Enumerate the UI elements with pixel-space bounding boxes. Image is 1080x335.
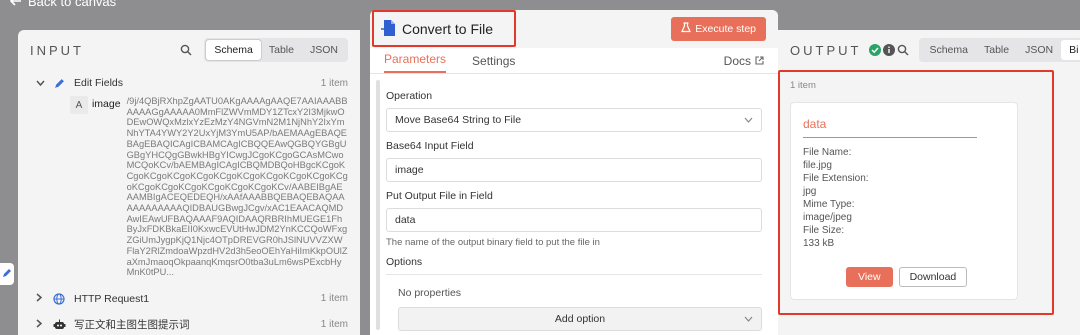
base64-input-value: image: [395, 164, 424, 176]
docs-label: Docs: [723, 54, 751, 68]
back-to-canvas-link[interactable]: Back to canvas: [9, 0, 117, 9]
output-view-switcher: Schema Table JSON Bi: [919, 38, 1080, 62]
pencil-icon: [2, 265, 12, 283]
back-to-canvas-label: Back to canvas: [28, 0, 117, 9]
output-highlight-box: [778, 70, 1054, 315]
input-panel-header: INPUT Schema Table JSON: [18, 30, 360, 70]
success-check-icon: [869, 44, 882, 56]
input-panel: INPUT Schema Table JSON Edit Fields 1 it…: [18, 30, 360, 335]
put-output-value: data: [395, 214, 416, 226]
external-link-icon: [755, 54, 764, 68]
output-view-table[interactable]: Table: [976, 40, 1017, 60]
add-option-dropdown[interactable]: Add option: [398, 307, 762, 331]
parameters-body: Operation Move Base64 String to File Bas…: [370, 74, 778, 335]
scrollbar[interactable]: [376, 80, 380, 330]
tree-node-http-request1[interactable]: HTTP Request1 1 item: [18, 286, 360, 312]
execute-step-label: Execute step: [695, 23, 756, 35]
put-output-field-label: Put Output File in Field: [386, 190, 493, 202]
tree-node-write-prompt[interactable]: 写正文和主图生图提示词 1 item: [18, 312, 360, 335]
chevron-right-icon[interactable]: [36, 319, 50, 330]
tab-settings[interactable]: Settings: [472, 54, 515, 73]
tree-node-count: 1 item: [320, 319, 348, 331]
input-view-json[interactable]: JSON: [302, 40, 346, 60]
input-panel-title: INPUT: [30, 42, 84, 58]
operation-label: Operation: [386, 90, 433, 102]
input-view-table[interactable]: Table: [261, 40, 302, 60]
field-name[interactable]: image: [92, 96, 121, 278]
no-properties-text: No properties: [398, 287, 462, 299]
tree-node-label: HTTP Request1: [74, 292, 150, 305]
tree-node-count: 1 item: [320, 293, 348, 305]
options-label: Options: [386, 256, 423, 268]
robot-icon: [50, 318, 68, 332]
tree-node-count: 1 item: [320, 77, 348, 89]
output-view-binary[interactable]: Bi: [1061, 40, 1080, 60]
globe-icon: [50, 292, 68, 306]
tree-node-edit-fields[interactable]: Edit Fields 1 item: [18, 70, 360, 96]
add-option-label: Add option: [554, 313, 606, 325]
canvas-node-edge[interactable]: [0, 263, 14, 285]
arrow-left-icon: [9, 0, 22, 9]
operation-value: Move Base64 String to File: [395, 114, 522, 126]
chevron-right-icon[interactable]: [36, 293, 50, 304]
node-details-panel: Convert to File Execute step Parameters …: [370, 10, 778, 335]
tree-node-label: 写正文和主图生图提示词: [74, 319, 190, 332]
chevron-down-icon: [744, 314, 753, 325]
pencil-icon: [50, 76, 68, 90]
input-view-schema[interactable]: Schema: [206, 40, 261, 60]
output-panel-header: OUTPUT Schema Table JSON Bi: [778, 30, 1080, 70]
options-divider: [386, 274, 762, 275]
base64-input-field-label: Base64 Input Field: [386, 140, 474, 152]
execute-step-button[interactable]: Execute step: [671, 17, 766, 41]
docs-link[interactable]: Docs: [724, 54, 764, 73]
put-output-field[interactable]: data: [386, 208, 762, 232]
chevron-down-icon[interactable]: [36, 78, 50, 88]
string-type-icon: A: [70, 96, 88, 114]
output-view-schema[interactable]: Schema: [921, 40, 976, 60]
put-output-hint: The name of the output binary field to p…: [386, 237, 600, 248]
title-highlight-box: [372, 10, 516, 47]
search-icon[interactable]: [174, 39, 198, 61]
node-tabs: Parameters Settings Docs: [370, 48, 778, 74]
search-icon[interactable]: [897, 44, 909, 56]
output-panel-title: OUTPUT: [790, 42, 862, 58]
tab-parameters[interactable]: Parameters: [384, 52, 447, 73]
tree-node-label: Edit Fields: [74, 77, 124, 89]
schema-field-image: A image /9j/4QBjRXhpZgAATU0AKgAAAAgAAQE7…: [18, 96, 360, 278]
base64-input-field[interactable]: image: [386, 158, 762, 182]
info-icon[interactable]: [883, 44, 896, 56]
operation-select[interactable]: Move Base64 String to File: [386, 108, 762, 132]
output-view-json[interactable]: JSON: [1017, 40, 1061, 60]
flask-icon: [681, 22, 692, 36]
field-value: /9j/4QBjRXhpZgAATU0AKgAAAAgAAQE7AAIAAABB…: [126, 96, 348, 278]
input-view-switcher: Schema Table JSON: [204, 38, 348, 62]
chevron-down-icon: [744, 115, 753, 126]
